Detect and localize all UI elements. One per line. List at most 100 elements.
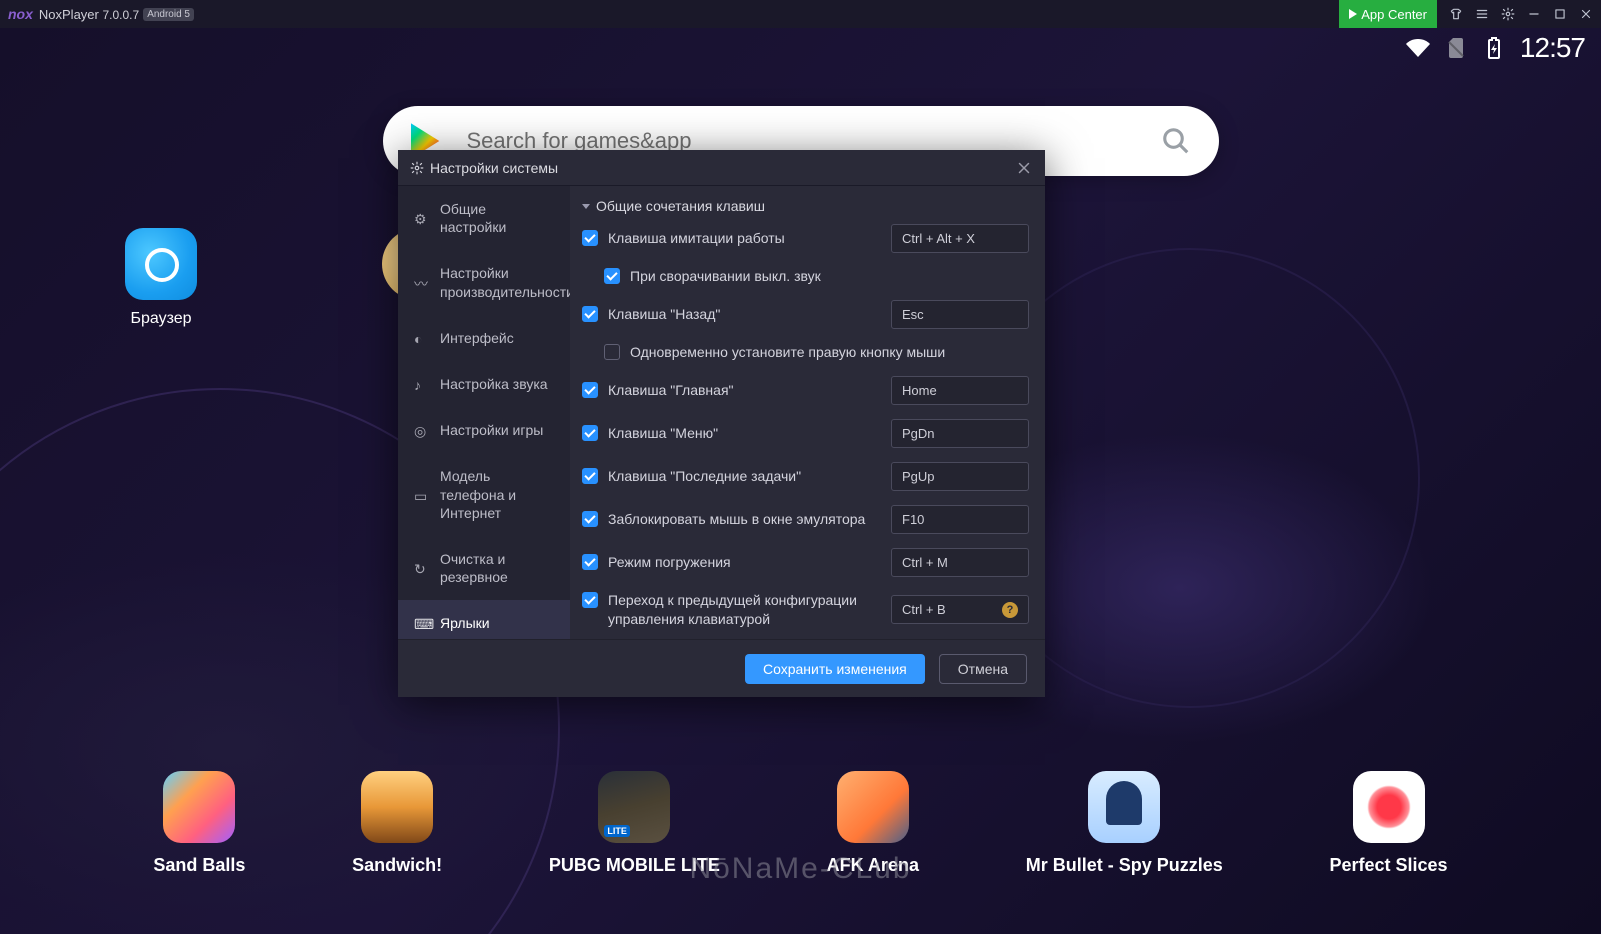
desktop: 12:57 Браузер To Sand Balls Sandwich! PU…	[0, 28, 1601, 934]
dialog-content: Общие сочетания клавиш Клавиша имитации …	[570, 186, 1045, 639]
dock-app-sandwich[interactable]: Sandwich!	[352, 771, 442, 876]
checkbox[interactable]	[582, 554, 598, 570]
checkbox[interactable]	[604, 268, 620, 284]
hotkey-field[interactable]: Ctrl + B?	[891, 595, 1029, 624]
game-icon: ◎	[414, 422, 430, 438]
setting-label: Клавиша "Последние задачи"	[608, 467, 801, 486]
app-icon	[1088, 771, 1160, 843]
app-label: Sandwich!	[352, 855, 442, 876]
save-button[interactable]: Сохранить изменения	[745, 654, 925, 684]
dock-app-mrbullet[interactable]: Mr Bullet - Spy Puzzles	[1026, 771, 1223, 876]
sim-icon	[1444, 36, 1468, 60]
dock-app-slices[interactable]: Perfect Slices	[1329, 771, 1447, 876]
setting-row: Режим погружения Ctrl + M	[582, 548, 1029, 577]
app-center-button[interactable]: App Center	[1339, 0, 1437, 28]
hotkey-field[interactable]: PgDn	[891, 419, 1029, 448]
hotkey-field[interactable]: Home	[891, 376, 1029, 405]
wifi-icon	[1406, 36, 1430, 60]
hotkey-field[interactable]: F10	[891, 505, 1029, 534]
hotkey-field[interactable]: Esc	[891, 300, 1029, 329]
sidebar-item-phone[interactable]: ▭Модель телефона и Интернет	[398, 453, 570, 536]
sidebar-item-sound[interactable]: ♪Настройка звука	[398, 361, 570, 407]
sound-icon: ♪	[414, 376, 430, 392]
checkbox[interactable]	[582, 511, 598, 527]
sidebar-item-general[interactable]: ⚙Общие настройки	[398, 186, 570, 250]
setting-label: Одновременно установите правую кнопку мы…	[630, 343, 945, 362]
globe-icon: ◐	[414, 330, 430, 346]
hotkey-field[interactable]: PgUp	[891, 462, 1029, 491]
setting-row: Клавиша "Меню" PgDn	[582, 419, 1029, 448]
sidebar-item-cleanup[interactable]: ↻Очистка и резервное	[398, 536, 570, 600]
chevron-down-icon	[582, 204, 590, 209]
app-icon	[163, 771, 235, 843]
setting-row: Клавиша "Главная" Home	[582, 376, 1029, 405]
watermark: NōNaMe-CLub	[689, 852, 911, 886]
refresh-icon: ↻	[414, 560, 430, 576]
help-icon[interactable]: ?	[1002, 602, 1018, 618]
setting-row: Заблокировать мышь в окне эмулятора F10	[582, 505, 1029, 534]
app-icon	[361, 771, 433, 843]
sidebar-item-performance[interactable]: 〰Настройки производительности	[398, 250, 570, 314]
android-statusbar: 12:57	[0, 28, 1601, 68]
checkbox[interactable]	[582, 592, 598, 608]
shirt-icon[interactable]	[1449, 7, 1463, 21]
section-header[interactable]: Общие сочетания клавиш	[582, 198, 1029, 214]
gear-icon[interactable]	[1501, 7, 1515, 21]
dialog-sidebar: ⚙Общие настройки 〰Настройки производител…	[398, 186, 570, 639]
checkbox[interactable]	[582, 230, 598, 246]
setting-label: Режим погружения	[608, 553, 731, 572]
dialog-footer: Сохранить изменения Отмена	[398, 639, 1045, 697]
nox-logo: nox	[8, 6, 33, 22]
minimize-icon[interactable]	[1527, 7, 1541, 21]
setting-label: Клавиша "Меню"	[608, 424, 718, 443]
checkbox[interactable]	[582, 382, 598, 398]
app-label: Mr Bullet - Spy Puzzles	[1026, 855, 1223, 876]
search-icon[interactable]	[1161, 126, 1191, 156]
setting-row: Клавиша "Назад" Esc	[582, 300, 1029, 329]
checkbox[interactable]	[582, 306, 598, 322]
setting-label: При сворачивании выкл. звук	[630, 267, 821, 286]
setting-row: Одновременно установите правую кнопку мы…	[582, 343, 1029, 362]
battery-icon	[1482, 36, 1506, 60]
setting-label: Клавиша имитации работы	[608, 229, 785, 248]
titlebar: nox NoxPlayer 7.0.0.7 Android 5 App Cent…	[0, 0, 1601, 28]
maximize-icon[interactable]	[1553, 7, 1567, 21]
gear-icon	[410, 161, 424, 175]
setting-row: Клавиша "Последние задачи" PgUp	[582, 462, 1029, 491]
setting-label: Клавиша "Главная"	[608, 381, 734, 400]
phone-icon: ▭	[414, 487, 430, 503]
app-title: NoxPlayer 7.0.0.7	[39, 7, 139, 22]
checkbox[interactable]	[582, 468, 598, 484]
checkbox[interactable]	[604, 344, 620, 360]
menu-icon[interactable]	[1475, 7, 1489, 21]
cancel-button[interactable]: Отмена	[939, 654, 1027, 684]
sidebar-item-interface[interactable]: ◐Интерфейс	[398, 315, 570, 361]
keyboard-icon: ⌨	[414, 615, 430, 631]
sidebar-item-shortcuts[interactable]: ⌨Ярлыки	[398, 600, 570, 639]
close-icon[interactable]	[1579, 7, 1593, 21]
setting-row: Переход к предыдущей конфигурации управл…	[582, 591, 1029, 629]
browser-app[interactable]: Браузер	[125, 228, 197, 328]
app-icon	[837, 771, 909, 843]
sidebar-item-game[interactable]: ◎Настройки игры	[398, 407, 570, 453]
dock-app-sandballs[interactable]: Sand Balls	[153, 771, 245, 876]
app-icon	[598, 771, 670, 843]
checkbox[interactable]	[582, 425, 598, 441]
app-label: Браузер	[130, 310, 191, 328]
setting-label: Клавиша "Назад"	[608, 305, 720, 324]
sliders-icon: ⚙	[414, 210, 430, 226]
setting-row: При сворачивании выкл. звук	[582, 267, 1029, 286]
app-label: Perfect Slices	[1329, 855, 1447, 876]
setting-label: Заблокировать мышь в окне эмулятора	[608, 510, 865, 529]
hotkey-field[interactable]: Ctrl + Alt + X	[891, 224, 1029, 253]
clock: 12:57	[1520, 32, 1585, 64]
dialog-close-button[interactable]	[1015, 159, 1033, 177]
app-label: Sand Balls	[153, 855, 245, 876]
app-icon	[1353, 771, 1425, 843]
hotkey-field[interactable]: Ctrl + M	[891, 548, 1029, 577]
setting-row: Клавиша имитации работы Ctrl + Alt + X	[582, 224, 1029, 253]
dialog-header: Настройки системы	[398, 150, 1045, 186]
android-badge: Android 5	[143, 8, 194, 21]
browser-icon	[125, 228, 197, 300]
pulse-icon: 〰	[414, 275, 430, 291]
